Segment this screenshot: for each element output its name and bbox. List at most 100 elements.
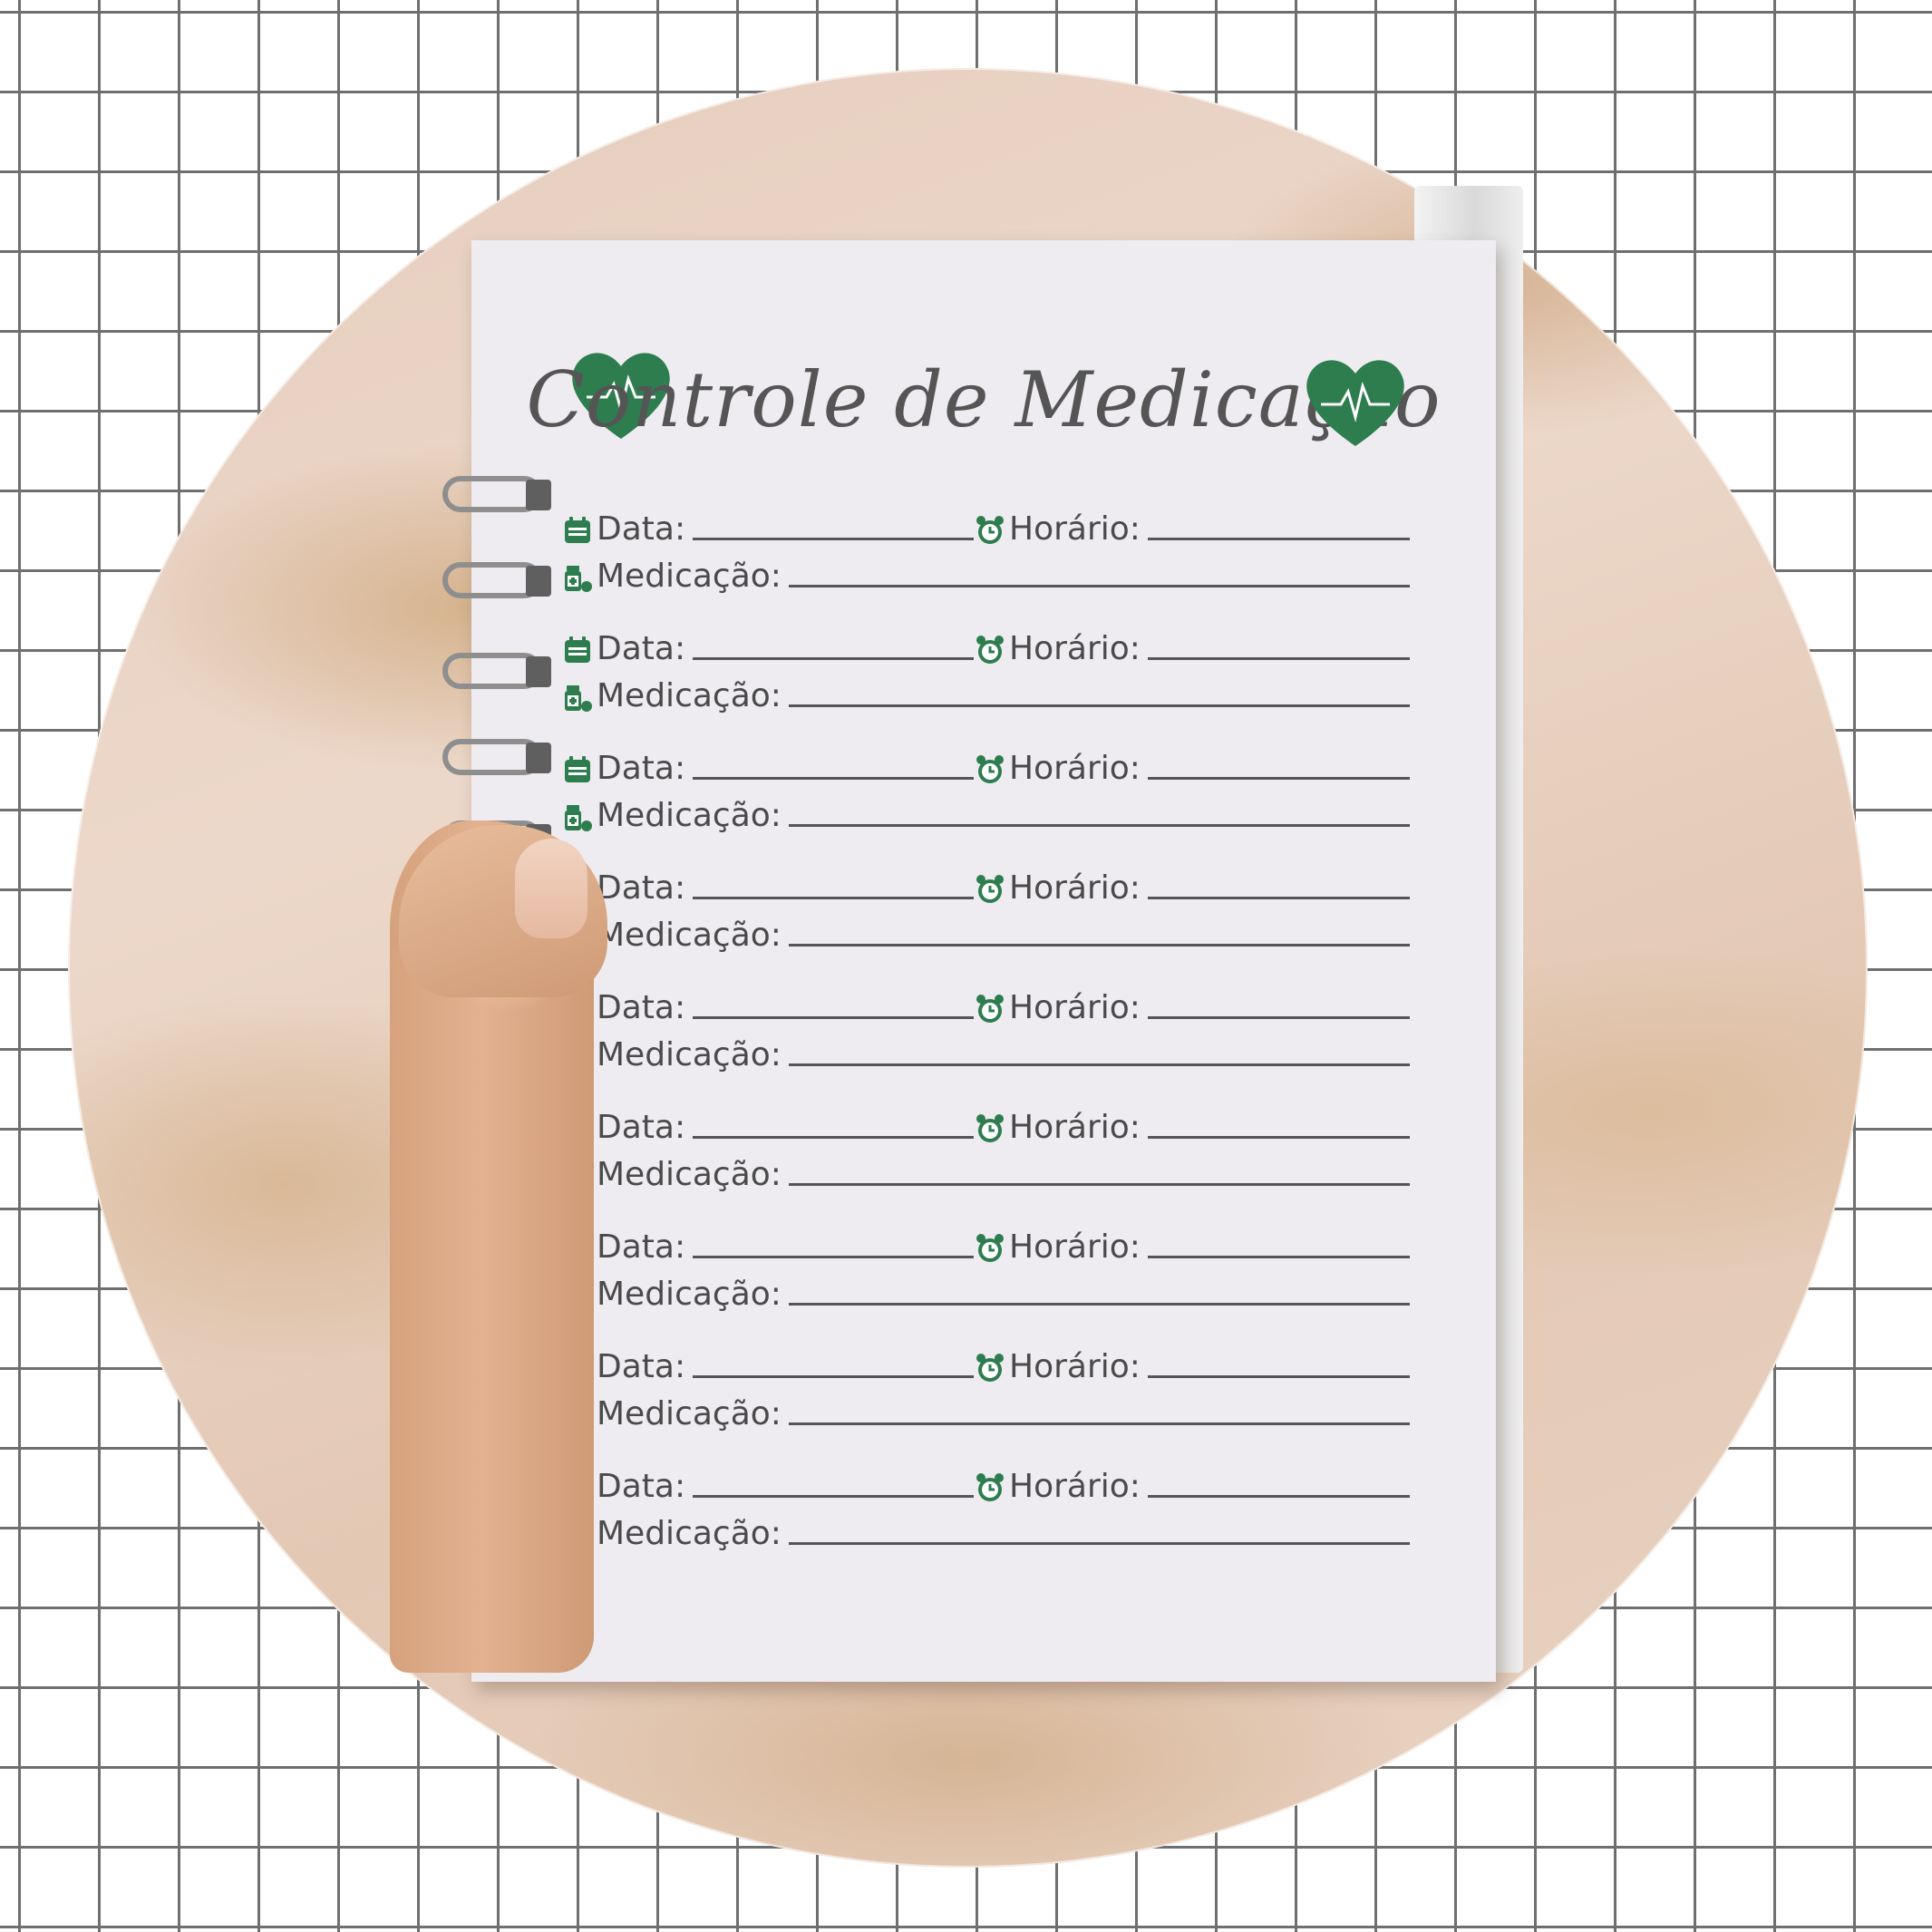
date-time-row: Data: Horário: [562,1097,1410,1144]
alarm-clock-icon [975,515,1005,546]
calendar-icon [562,635,593,665]
alarm-clock-icon [975,1353,1005,1383]
medication-write-line[interactable] [788,1063,1410,1066]
time-label: Horário: [1009,750,1141,787]
spiral-ring [442,476,551,512]
log-entry: Data: Horário: Medicação: [562,858,1410,977]
log-entry: Data: Horário: Medicação: [562,618,1410,738]
medication-write-line[interactable] [788,585,1410,587]
medicine-bottle-icon [562,682,593,713]
medicine-bottle-icon [562,562,593,593]
time-write-line[interactable] [1147,897,1410,899]
time-label: Horário: [1009,630,1141,667]
date-write-line[interactable] [693,1016,975,1019]
date-write-line[interactable] [693,1495,975,1498]
medication-write-line[interactable] [788,824,1410,827]
time-field[interactable]: Horário: [975,1471,1410,1503]
medication-write-line[interactable] [788,1183,1410,1186]
time-write-line[interactable] [1147,1256,1410,1258]
time-label: Horário: [1009,869,1141,907]
medication-label: Medicação: [597,917,782,954]
time-field[interactable]: Horário: [975,1351,1410,1383]
date-field[interactable]: Data: [562,1112,975,1144]
medication-row[interactable]: Medicação: [562,785,1410,832]
time-write-line[interactable] [1147,657,1410,660]
medication-label: Medicação: [597,1276,782,1313]
date-time-row: Data: Horário: [562,618,1410,665]
medication-log: Data: Horário: Medicação: Data: Horário: Medi… [562,499,1410,1576]
medication-row[interactable]: Medicação: [562,1144,1410,1191]
date-label: Data: [597,750,686,787]
time-field[interactable]: Horário: [975,633,1410,665]
medication-label: Medicação: [597,677,782,714]
date-label: Data: [597,1468,686,1505]
date-time-row: Data: Horário: [562,738,1410,785]
heart-ecg-icon [1301,352,1410,451]
medication-write-line[interactable] [788,1542,1410,1545]
date-field[interactable]: Data: [562,633,975,665]
date-label: Data: [597,510,686,548]
medication-row[interactable]: Medicação: [562,1264,1410,1311]
spiral-ring [442,653,551,689]
date-label: Data: [597,1109,686,1146]
time-field[interactable]: Horário: [975,872,1410,905]
log-entry: Data: Horário: Medicação: [562,977,1410,1097]
date-field[interactable]: Data: [562,1231,975,1264]
time-label: Horário: [1009,989,1141,1026]
time-field[interactable]: Horário: [975,752,1410,785]
thumbnail [515,839,587,938]
time-write-line[interactable] [1147,1136,1410,1139]
medication-write-line[interactable] [788,944,1410,947]
date-write-line[interactable] [693,1375,975,1378]
medication-label: Medicação: [597,1156,782,1193]
date-write-line[interactable] [693,657,975,660]
time-field[interactable]: Horário: [975,1231,1410,1264]
medication-label: Medicação: [597,1036,782,1073]
date-field[interactable]: Data: [562,513,975,546]
medication-row[interactable]: Medicação: [562,1503,1410,1550]
log-entry: Data: Horário: Medicação: [562,1217,1410,1336]
date-time-row: Data: Horário: [562,1336,1410,1383]
date-write-line[interactable] [693,538,975,540]
medication-write-line[interactable] [788,1303,1410,1306]
time-label: Horário: [1009,1348,1141,1385]
medication-row[interactable]: Medicação: [562,1024,1410,1072]
date-field[interactable]: Data: [562,1351,975,1383]
alarm-clock-icon [975,635,1005,665]
alarm-clock-icon [975,1233,1005,1264]
date-field[interactable]: Data: [562,752,975,785]
medication-row[interactable]: Medicação: [562,665,1410,713]
medication-write-line[interactable] [788,704,1410,707]
time-label: Horário: [1009,1228,1141,1266]
time-write-line[interactable] [1147,777,1410,780]
alarm-clock-icon [975,874,1005,905]
date-time-row: Data: Horário: [562,1456,1410,1503]
time-field[interactable]: Horário: [975,1112,1410,1144]
time-write-line[interactable] [1147,1375,1410,1378]
time-field[interactable]: Horário: [975,513,1410,546]
date-label: Data: [597,869,686,907]
date-field[interactable]: Data: [562,1471,975,1503]
alarm-clock-icon [975,1472,1005,1503]
date-write-line[interactable] [693,897,975,899]
medication-row[interactable]: Medicação: [562,1383,1410,1431]
log-entry: Data: Horário: Medicação: [562,499,1410,618]
date-time-row: Data: Horário: [562,977,1410,1024]
medication-row[interactable]: Medicação: [562,905,1410,952]
time-label: Horário: [1009,510,1141,548]
time-write-line[interactable] [1147,538,1410,540]
date-write-line[interactable] [693,777,975,780]
time-field[interactable]: Horário: [975,992,1410,1024]
date-label: Data: [597,1228,686,1266]
date-write-line[interactable] [693,1256,975,1258]
medication-label: Medicação: [597,1515,782,1552]
notebook-page: Controle de Medicação Data: Horário: Medic… [471,240,1496,1682]
date-field[interactable]: Data: [562,992,975,1024]
date-field[interactable]: Data: [562,872,975,905]
medication-row[interactable]: Medicação: [562,546,1410,593]
date-write-line[interactable] [693,1136,975,1139]
medication-write-line[interactable] [788,1422,1410,1425]
time-write-line[interactable] [1147,1016,1410,1019]
alarm-clock-icon [975,1113,1005,1144]
time-write-line[interactable] [1147,1495,1410,1498]
